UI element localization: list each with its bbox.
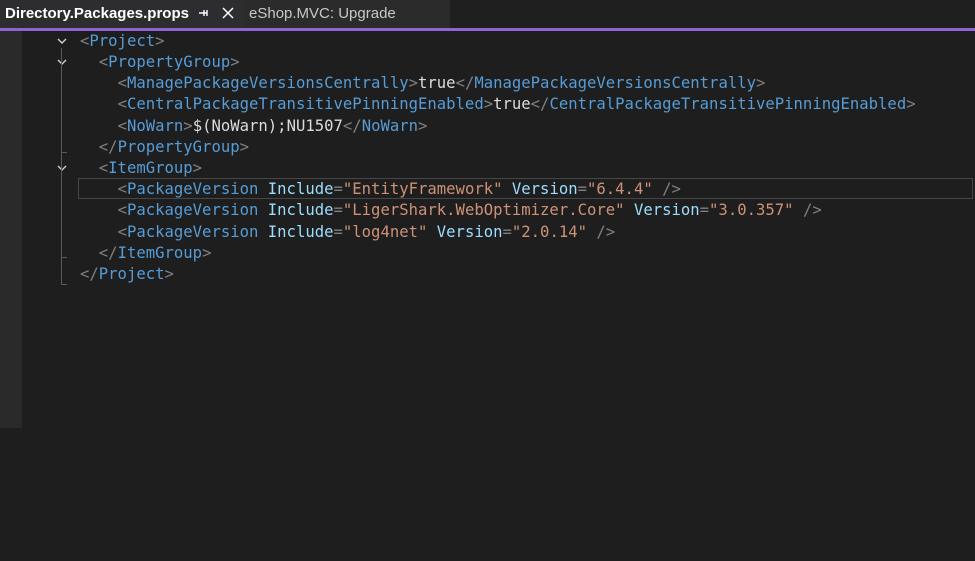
code-line-5: <NoWarn>$(NoWarn);NU1507</NoWarn> <box>117 117 428 135</box>
nowarn-open-tag: NoWarn <box>126 117 184 135</box>
pin-icon[interactable] <box>196 6 210 20</box>
tab-eshop-mvc-upgrade[interactable]: eShop.MVC: Upgrade <box>244 0 450 28</box>
code-line-7: <ItemGroup> <box>98 159 203 177</box>
outline-guide-itemgroup <box>61 175 62 257</box>
propertygroup-open-tag: PropertyGroup <box>108 53 231 71</box>
version-attr: Version <box>633 201 700 219</box>
packageversion-tag: PackageVersion <box>126 201 259 219</box>
packageversion-tag: PackageVersion <box>126 223 259 241</box>
close-icon[interactable] <box>221 6 235 20</box>
include-value: "LigerShark.WebOptimizer.Core" <box>342 201 625 219</box>
tab-directory-packages-props[interactable]: Directory.Packages.props <box>0 0 244 28</box>
document-tab-bar: Directory.Packages.props eShop.MVC: Upgr… <box>0 0 975 28</box>
project-open-tag: Project <box>89 32 156 50</box>
nowarn-close-tag: NoWarn <box>361 117 419 135</box>
outline-guide-propertygroup-end <box>61 152 67 153</box>
code-editor[interactable]: <Project> <PropertyGroup> <ManagePackage… <box>22 31 975 428</box>
manage-close-tag: ManagePackageVersionsCentrally <box>474 74 756 92</box>
version-value: "2.0.14" <box>511 223 587 241</box>
version-attr: Version <box>436 223 503 241</box>
itemgroup-close-tag: ItemGroup <box>117 244 203 262</box>
pinning-open-tag: CentralPackageTransitivePinningEnabled <box>126 95 484 113</box>
code-line-1: <Project> <box>80 32 165 50</box>
collapse-propertygroup-icon[interactable] <box>56 56 68 68</box>
code-line-9: <PackageVersion Include="LigerShark.WebO… <box>117 201 822 219</box>
code-line-6: </PropertyGroup> <box>98 138 250 156</box>
include-attr: Include <box>267 201 334 219</box>
code-text[interactable]: <Project> <PropertyGroup> <ManagePackage… <box>80 31 916 561</box>
editor-gutter <box>0 31 22 428</box>
tab-title: Directory.Packages.props <box>5 5 189 22</box>
code-line-11: </ItemGroup> <box>98 244 212 262</box>
code-line-4: <CentralPackageTransitivePinningEnabled>… <box>117 95 916 113</box>
pinning-value: true <box>493 95 531 113</box>
outline-guide-propertygroup <box>61 70 62 152</box>
project-close-tag: Project <box>98 265 165 283</box>
itemgroup-open-tag: ItemGroup <box>108 159 193 177</box>
tab-title: eShop.MVC: Upgrade <box>249 5 396 22</box>
collapse-itemgroup-icon[interactable] <box>56 162 68 174</box>
code-line-3: <ManagePackageVersionsCentrally>true</Ma… <box>117 74 766 92</box>
version-value: "3.0.357" <box>709 201 794 219</box>
code-line-10: <PackageVersion Include="log4net" Versio… <box>117 223 616 241</box>
current-line-highlight <box>78 178 973 199</box>
include-value: "log4net" <box>342 223 428 241</box>
include-attr: Include <box>267 223 334 241</box>
code-line-12: </Project> <box>80 265 174 283</box>
nowarn-value: $(NoWarn);NU1507 <box>192 117 343 135</box>
code-line-2: <PropertyGroup> <box>98 53 240 71</box>
outline-guide-project-end <box>61 284 67 285</box>
pinning-close-tag: CentralPackageTransitivePinningEnabled <box>549 95 907 113</box>
manage-open-tag: ManagePackageVersionsCentrally <box>126 74 409 92</box>
manage-value: true <box>418 74 456 92</box>
outline-guide-itemgroup-end <box>61 257 67 258</box>
collapse-project-icon[interactable] <box>56 35 68 47</box>
propertygroup-close-tag: PropertyGroup <box>117 138 240 156</box>
